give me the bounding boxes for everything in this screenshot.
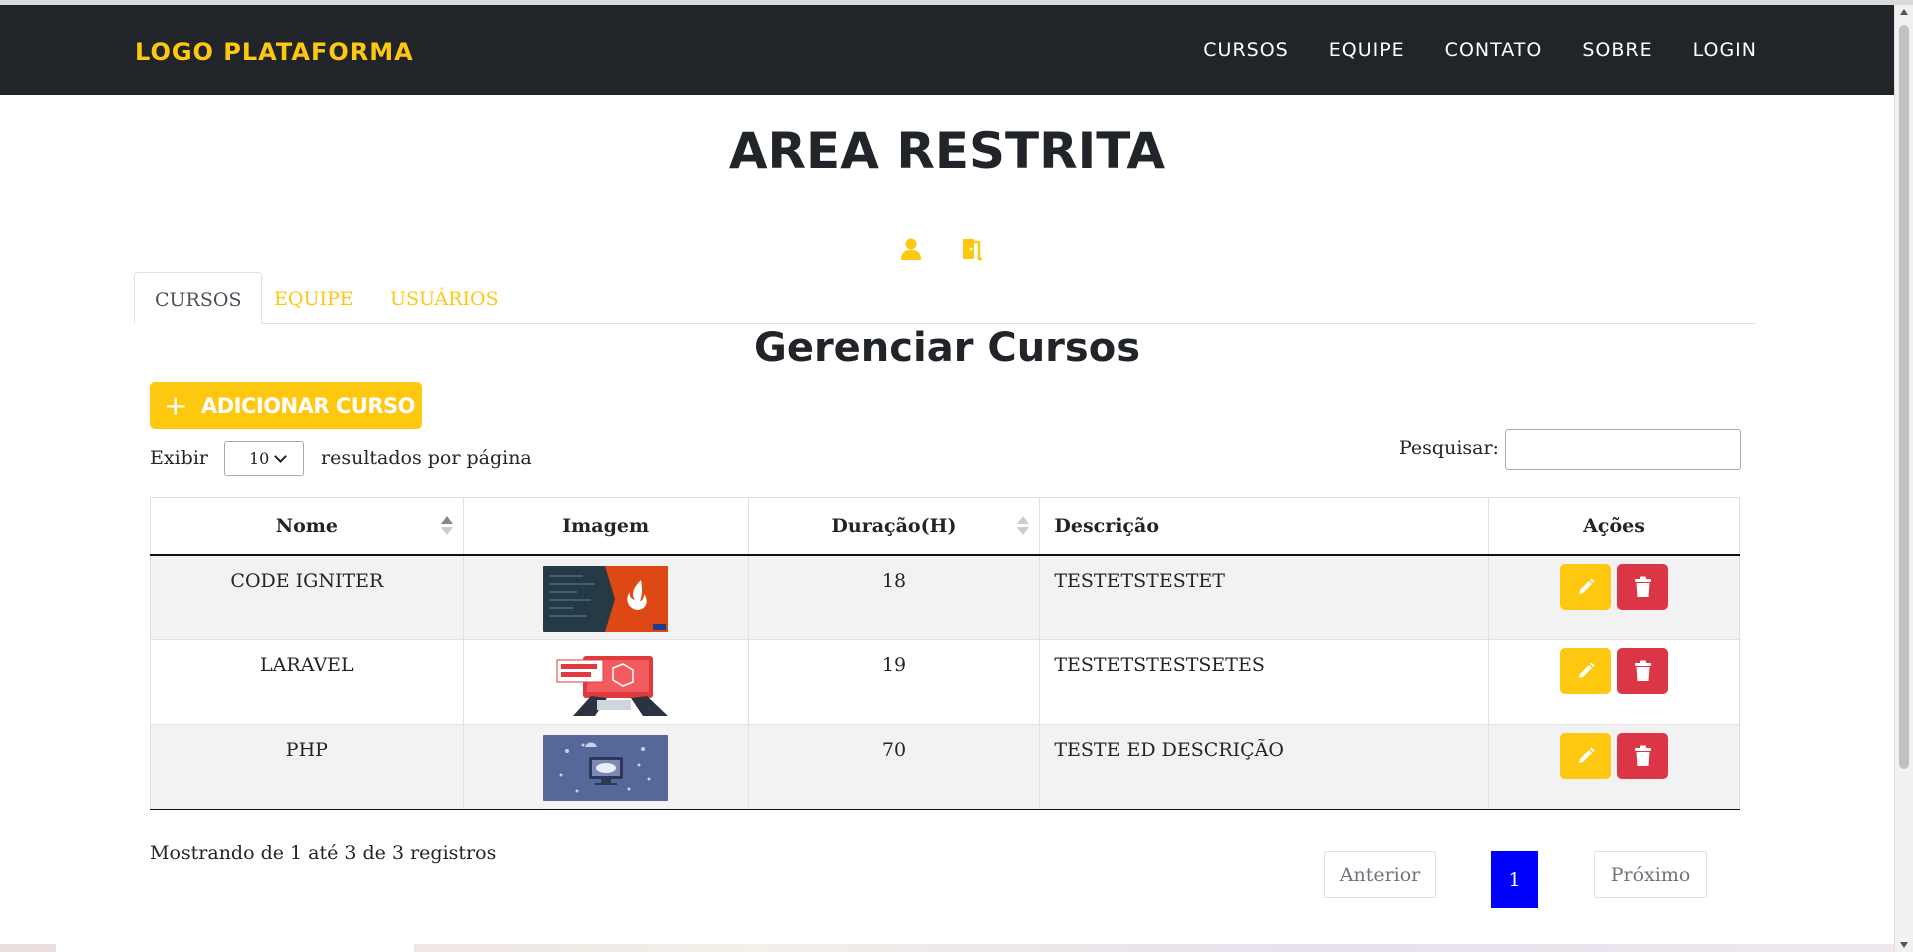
logo[interactable]: LOGO PLATAFORMA — [135, 38, 414, 66]
tabs: CURSOS EQUIPE USUÁRIOS — [134, 272, 1756, 324]
section-title: Gerenciar Cursos — [753, 325, 1140, 371]
pencil-icon — [1578, 578, 1595, 594]
cell-nome: PHP — [150, 724, 464, 810]
sort-asc-icon — [440, 516, 453, 538]
tab-usuarios[interactable]: USUÁRIOS — [370, 272, 519, 324]
length-prefix: Exibir — [150, 447, 208, 469]
pagination-page-current[interactable]: 1 — [1491, 851, 1538, 908]
edit-button[interactable] — [1560, 648, 1612, 694]
edit-button[interactable] — [1560, 733, 1612, 779]
user-icon[interactable] — [900, 237, 922, 261]
user-actions — [900, 237, 982, 261]
door-exit-icon[interactable] — [960, 237, 982, 261]
trash-icon — [1634, 576, 1651, 597]
delete-button[interactable] — [1617, 648, 1669, 694]
header-descricao: Descrição — [1039, 497, 1490, 556]
delete-button[interactable] — [1617, 733, 1669, 779]
length-suffix: resultados por página — [321, 447, 532, 469]
page-scrollbar[interactable] — [1894, 5, 1913, 952]
header-nome[interactable]: Nome — [150, 497, 464, 556]
header-duracao[interactable]: Duração(H) — [747, 497, 1041, 556]
nav-links: CURSOS EQUIPE CONTATO SOBRE LOGIN — [1203, 39, 1757, 61]
page-title: AREA RESTRITA — [728, 122, 1166, 180]
courses-table: Nome Imagem Duração(H) Descrição Ações C… — [150, 497, 1740, 810]
navbar: LOGO PLATAFORMA CURSOS EQUIPE CONTATO SO… — [0, 5, 1894, 95]
cell-imagem — [462, 639, 749, 725]
pencil-icon — [1578, 662, 1595, 678]
cell-descricao: TESTETSTESTSETES — [1039, 639, 1490, 725]
tab-equipe[interactable]: EQUIPE — [254, 272, 374, 324]
table-info: Mostrando de 1 até 3 de 3 registros — [150, 842, 497, 864]
cell-duracao: 70 — [747, 724, 1041, 810]
nav-link-login[interactable]: LOGIN — [1693, 39, 1757, 61]
pagination-previous[interactable]: Anterior — [1324, 851, 1436, 898]
table-row: LARAVEL 19 TESTETSTESTSETES — [150, 639, 1740, 725]
cell-acoes — [1488, 554, 1740, 640]
chevron-down-icon — [274, 450, 287, 463]
browser-bottom-segment — [56, 944, 414, 952]
search-input[interactable] — [1505, 429, 1741, 470]
pencil-icon — [1578, 747, 1595, 763]
cell-imagem — [462, 724, 749, 810]
cell-imagem — [462, 554, 749, 640]
edit-button[interactable] — [1560, 563, 1612, 610]
cell-duracao: 19 — [747, 639, 1041, 725]
codeigniter-thumbnail — [543, 565, 669, 632]
scroll-up-icon[interactable] — [1900, 9, 1908, 15]
cell-acoes — [1488, 724, 1740, 810]
sort-icon — [1017, 516, 1030, 538]
nav-link-cursos[interactable]: CURSOS — [1203, 39, 1288, 61]
table-row: PHP 70 TESTE ED DESCRIÇÃO — [150, 724, 1740, 810]
plus-icon: + — [164, 389, 187, 422]
trash-icon — [1634, 660, 1651, 681]
nav-link-contato[interactable]: CONTATO — [1445, 39, 1543, 61]
nav-link-sobre[interactable]: SOBRE — [1582, 39, 1652, 61]
search-label: Pesquisar: — [1399, 437, 1499, 459]
scrollbar-thumb[interactable] — [1899, 25, 1909, 769]
delete-button[interactable] — [1617, 563, 1669, 610]
cell-acoes — [1488, 639, 1740, 725]
table-header-row: Nome Imagem Duração(H) Descrição Ações — [150, 497, 1740, 556]
page-length-value: 10 — [249, 449, 270, 468]
pagination-next[interactable]: Próximo — [1594, 851, 1707, 898]
cell-duracao: 18 — [747, 554, 1041, 640]
laravel-thumbnail — [543, 650, 669, 716]
cell-descricao: TESTE ED DESCRIÇÃO — [1039, 724, 1490, 810]
add-course-button[interactable]: + ADICIONAR CURSO — [150, 382, 422, 429]
tab-cursos[interactable]: CURSOS — [134, 272, 263, 324]
scroll-down-icon[interactable] — [1900, 942, 1908, 948]
add-course-label: ADICIONAR CURSO — [200, 393, 416, 418]
nav-link-equipe[interactable]: EQUIPE — [1329, 39, 1405, 61]
page-length-select[interactable]: 10 — [224, 441, 304, 476]
cell-nome: LARAVEL — [150, 639, 464, 725]
table-row: CODE IGNITER 18 TESTETSTESTET — [150, 554, 1740, 640]
header-imagem: Imagem — [462, 497, 749, 556]
trash-icon — [1634, 745, 1651, 766]
cell-nome: CODE IGNITER — [150, 554, 464, 640]
php-thumbnail — [543, 735, 669, 801]
cell-descricao: TESTETSTESTET — [1039, 554, 1490, 640]
header-acoes: Ações — [1488, 497, 1740, 556]
